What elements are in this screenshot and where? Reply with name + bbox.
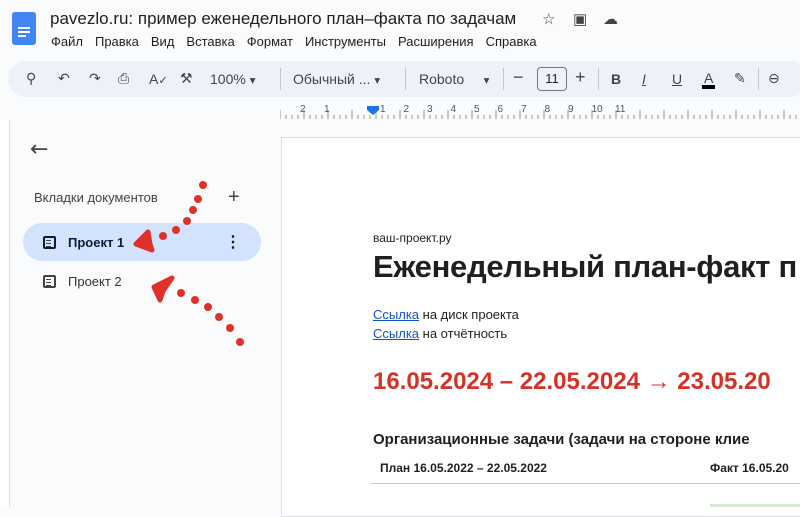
ruler-label: 4 [451,104,457,115]
annotation-dot [177,289,185,297]
menu-extensions[interactable]: Расширения [398,34,474,49]
ruler-label: 8 [545,104,551,115]
italic-button[interactable]: I [642,71,646,87]
menu-tools[interactable]: Инструменты [305,34,386,49]
site-name: ваш-проект.ру [373,231,452,245]
annotation-dot [194,195,202,203]
ruler-label: 2 [404,104,410,115]
font-value: Roboto [419,71,465,87]
font-select[interactable]: Roboto ▾ [419,71,489,87]
style-select[interactable]: Обычный ... ▾ [293,71,380,87]
style-value: Обычный ... [293,71,371,87]
link-text: на отчётность [419,326,508,341]
table-divider [371,483,800,484]
annotation-dot [183,217,191,225]
annotation-arrows [133,181,244,346]
fact-column-header: Факт 16.05.20 [710,461,789,475]
ruler-label: 3 [427,104,433,115]
ruler-label: 5 [474,104,480,115]
ruler-label: 7 [521,104,527,115]
report-link-line: Ссылка на отчётность [373,326,507,341]
horizontal-ruler[interactable]: 2 1 1 2 3 4 5 6 7 8 9 10 11 [279,102,800,120]
annotation-dot [191,296,199,304]
ruler-label: 1 [380,104,386,115]
indent-marker [367,106,379,115]
increase-font-icon[interactable]: + [575,67,586,88]
ruler-label: 9 [568,104,574,115]
annotation-dot [204,303,212,311]
annotation-arrowhead-2 [151,275,175,303]
annotation-dot [159,232,167,240]
text-color-button[interactable]: A [702,71,716,89]
highlight-icon[interactable]: ✎ [734,71,746,87]
underline-button[interactable]: U [672,71,682,87]
drive-link[interactable]: Ссылка [373,307,419,322]
document-heading: Еженедельный план-факт п [373,249,797,284]
plan-column-header: План 16.05.2022 – 22.05.2022 [380,461,547,475]
link-text: на диск проекта [419,307,519,322]
decrease-font-icon[interactable]: − [513,67,524,88]
annotation-arrowhead-1 [133,229,155,253]
ruler-ticks: 2 1 1 2 3 4 5 6 7 8 9 10 11 [279,104,797,119]
date-range-heading: 16.05.2024 – 22.05.2024 → 23.05.20 [373,368,771,395]
annotation-dot [215,313,223,321]
ruler-label: 2 [300,104,306,115]
link-icon[interactable]: ⊖ [768,71,780,87]
annotation-dot [189,206,197,214]
annotation-dot [172,226,180,234]
annotation-dot [226,324,234,332]
annotation-dot [236,338,244,346]
ruler-label: 10 [592,104,604,115]
annotation-dot [199,181,207,189]
report-link[interactable]: Ссылка [373,326,419,341]
cloud-saved-icon[interactable]: ☁ [603,10,618,28]
move-folder-icon[interactable]: ▣ [573,10,587,28]
ruler-label: 6 [498,104,504,115]
section-heading: Организационные задачи (задачи на сторон… [373,431,750,448]
document-page[interactable] [281,137,800,517]
ruler-label: 11 [615,104,626,115]
drive-link-line: Ссылка на диск проекта [373,307,519,322]
star-icon[interactable]: ☆ [542,10,555,28]
menu-help[interactable]: Справка [486,34,537,49]
font-size-input[interactable]: 11 [537,67,567,91]
ruler-label: 1 [324,104,330,115]
bold-button[interactable]: B [611,71,621,87]
